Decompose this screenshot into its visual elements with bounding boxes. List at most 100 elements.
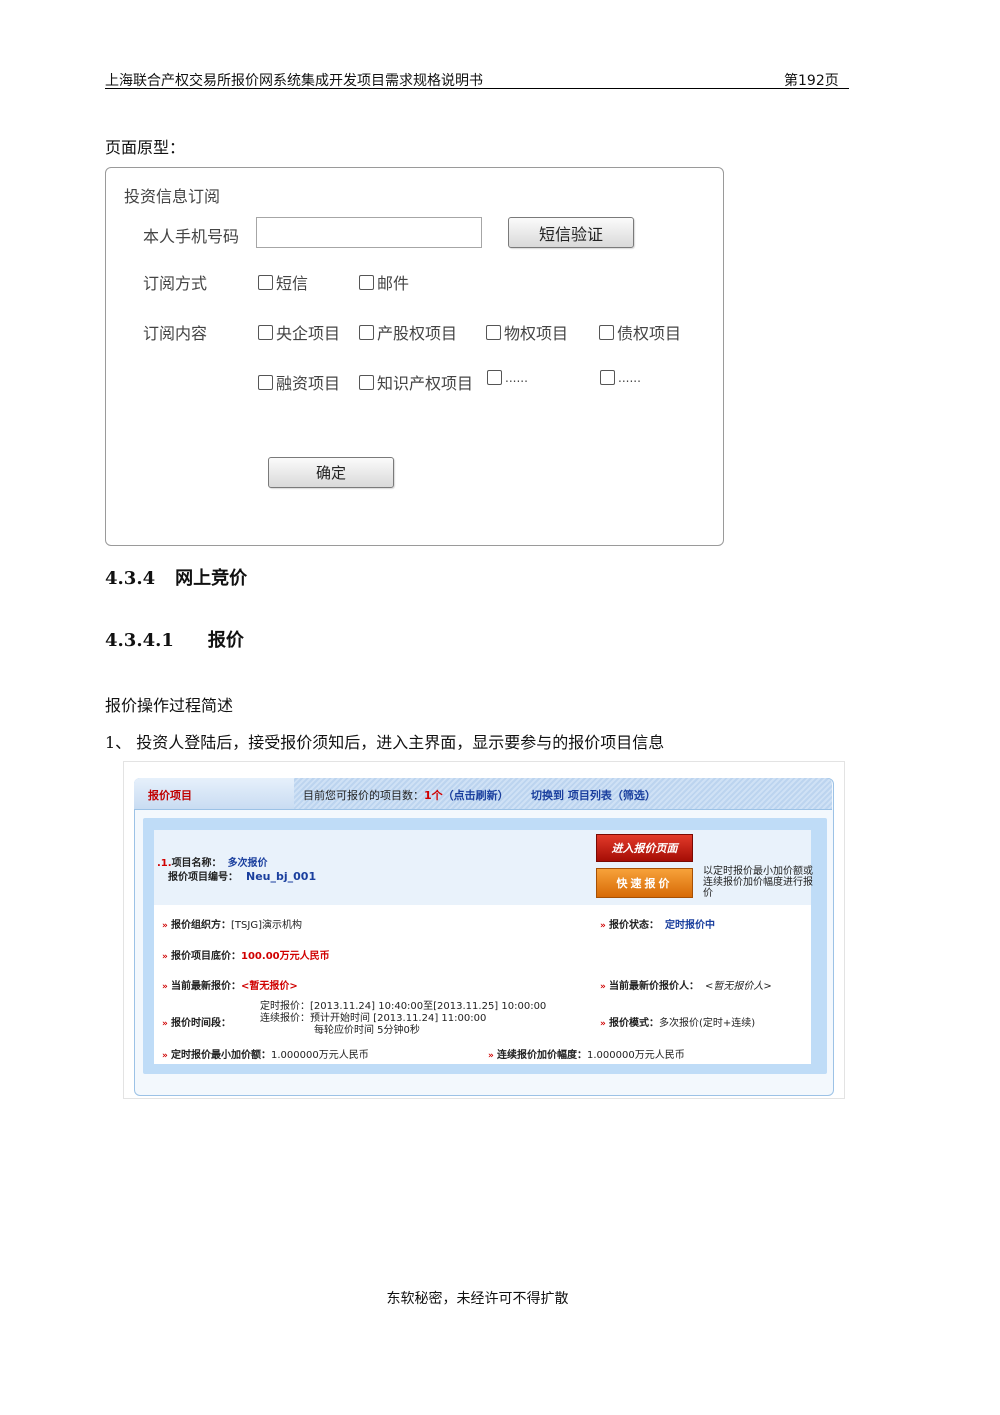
status-row: » 报价状态： 定时报价中	[600, 916, 715, 931]
continuous-increment-row: » 连续报价加价幅度：1.000000万元人民币	[488, 1046, 685, 1061]
refresh-link[interactable]: （点击刷新）	[443, 789, 509, 802]
fast-quote-button[interactable]: 快速报价	[596, 868, 693, 898]
method-email-checkbox[interactable]: 邮件	[359, 270, 409, 294]
content-ip-checkbox[interactable]: 知识产权项目	[359, 370, 473, 394]
time-details: 定时报价：[2013.11.24] 10:40:00至[2013.11.25] …	[260, 1001, 546, 1037]
checkbox-label: 邮件	[377, 274, 410, 293]
bullet-arrow-icon: »	[488, 1051, 494, 1061]
subscribe-form-title: 投资信息订阅	[124, 187, 221, 206]
content-more-checkbox[interactable]: ......	[600, 370, 641, 385]
latest-person-row: » 当前最新价报价人： <暂无报价人>	[600, 977, 772, 992]
checkbox-label: 产股权项目	[377, 324, 458, 343]
latest-quote-label: 当前最新报价：	[171, 981, 242, 992]
latest-quote-value: <暂无报价>	[241, 981, 298, 992]
project-name-row: .1.项目名称： 多次报价	[157, 854, 268, 869]
phone-input[interactable]	[256, 217, 482, 248]
status-label: 报价状态：	[609, 920, 660, 931]
time-row: » 报价时间段：	[162, 1014, 231, 1029]
project-code-value: Neu_bj_001	[246, 870, 317, 883]
bullet-arrow-icon: »	[162, 921, 168, 931]
content-property-checkbox[interactable]: 物权项目	[486, 320, 568, 344]
enter-quote-page-button[interactable]: 进入报价页面	[596, 834, 693, 862]
intro-paragraph: 报价操作过程简述	[105, 696, 234, 715]
bullet-arrow-icon: »	[162, 982, 168, 992]
document-header-title: 上海联合产权交易所报价网系统集成开发项目需求规格说明书	[105, 73, 483, 89]
min-increment-value: 1.000000万元人民币	[271, 1050, 369, 1061]
content-financing-checkbox[interactable]: 融资项目	[258, 370, 340, 394]
bullet-arrow-icon: »	[600, 921, 606, 931]
mode-value: 多次报价(定时+连续)	[659, 1018, 756, 1029]
checkbox-box[interactable]	[487, 370, 502, 385]
checkbox-label: ......	[505, 370, 528, 385]
org-label: 报价组织方：	[171, 920, 232, 931]
checkbox-box[interactable]	[486, 324, 501, 340]
checkbox-box[interactable]	[258, 274, 273, 290]
bullet-arrow-icon: »	[162, 1051, 168, 1061]
latest-person-label: 当前最新价报价人：	[609, 981, 700, 992]
sms-verify-button[interactable]: 短信验证	[508, 217, 634, 248]
bullet-arrow-icon: »	[162, 952, 168, 962]
quote-panel-title: 报价项目	[148, 789, 192, 802]
section-title: 报价	[207, 630, 244, 651]
project-count: 目前您可报价的项目数：1个（点击刷新）	[303, 787, 509, 803]
content-equity-checkbox[interactable]: 产股权项目	[359, 320, 457, 344]
header-rule	[105, 88, 849, 89]
section-number: 4.3.4.1	[105, 630, 174, 651]
phone-label: 本人手机号码	[143, 227, 240, 246]
prototype-label: 页面原型：	[105, 138, 186, 157]
checkbox-box[interactable]	[258, 324, 273, 340]
org-value: [TSJG]演示机构	[231, 920, 302, 931]
min-increment-row: » 定时报价最小加价额：1.000000万元人民币	[162, 1046, 369, 1061]
code-label: 报价项目编号：	[168, 872, 238, 883]
latest-quote-row: » 当前最新报价：<暂无报价>	[162, 977, 298, 992]
continuous-increment-value: 1.000000万元人民币	[587, 1050, 685, 1061]
base-price-row: » 报价项目底价：100.00万元人民币	[162, 947, 330, 962]
content-soe-checkbox[interactable]: 央企项目	[258, 320, 340, 344]
status-value: 定时报价中	[665, 920, 716, 931]
content-more-checkbox[interactable]: ......	[487, 370, 528, 385]
mode-row: » 报价模式：多次报价(定时+连续)	[600, 1014, 755, 1029]
base-price-value: 100.00万元人民币	[241, 951, 330, 962]
checkbox-label: ......	[618, 370, 641, 385]
count-value: 1个	[424, 789, 443, 802]
section-heading-4-3-4: 4.3.4 网上竞价	[105, 564, 247, 590]
document-footer: 东软秘密，未经许可不得扩散	[386, 1291, 569, 1307]
org-row: » 报价组织方：[TSJG]演示机构	[162, 916, 302, 931]
latest-person-value: <暂无报价人>	[705, 981, 772, 992]
time-line-fixed: 定时报价：[2013.11.24] 10:40:00至[2013.11.25] …	[260, 1001, 547, 1012]
checkbox-box[interactable]	[599, 324, 614, 340]
checkbox-box[interactable]	[258, 374, 273, 390]
project-code-row: 报价项目编号： Neu_bj_001	[168, 868, 316, 883]
checkbox-box[interactable]	[600, 370, 615, 385]
fast-quote-hint: 以定时报价最小加价额或连续报价加价幅度进行报价	[703, 866, 813, 899]
mode-label: 报价模式：	[609, 1018, 660, 1029]
checkbox-label: 短信	[276, 274, 309, 293]
method-sms-checkbox[interactable]: 短信	[258, 270, 308, 294]
section-heading-4-3-4-1: 4.3.4.1 报价	[105, 626, 244, 652]
min-increment-label: 定时报价最小加价额：	[171, 1050, 272, 1061]
time-line-continuous: 连续报价：预计开始时间 [2013.11.24] 11:00:00	[260, 1013, 487, 1024]
checkbox-label: 债权项目	[617, 324, 682, 343]
base-price-label: 报价项目底价：	[171, 951, 242, 962]
checkbox-label: 知识产权项目	[377, 374, 474, 393]
checkbox-label: 物权项目	[504, 324, 569, 343]
content-debt-checkbox[interactable]: 债权项目	[599, 320, 681, 344]
count-prefix: 目前您可报价的项目数：	[303, 789, 424, 802]
confirm-button[interactable]: 确定	[268, 457, 394, 488]
checkbox-box[interactable]	[359, 374, 374, 390]
checkbox-box[interactable]	[359, 274, 374, 290]
time-label: 报价时间段：	[171, 1018, 232, 1029]
bullet-arrow-icon: »	[162, 1019, 168, 1029]
content-label: 订阅内容	[143, 324, 208, 343]
checkbox-label: 融资项目	[276, 374, 341, 393]
step-1-paragraph: 1、 投资人登陆后，接受报价须知后，进入主界面，显示要参与的报价项目信息	[105, 733, 665, 752]
checkbox-box[interactable]	[359, 324, 374, 340]
bullet-arrow-icon: »	[600, 1019, 606, 1029]
document-page-number: 第192页	[784, 73, 839, 89]
section-number: 4.3.4	[105, 568, 156, 589]
time-line-round: 每轮应价时间 5分钟0秒	[314, 1025, 420, 1036]
continuous-increment-label: 连续报价加价幅度：	[497, 1050, 588, 1061]
section-title: 网上竞价	[175, 568, 248, 589]
checkbox-label: 央企项目	[276, 324, 341, 343]
switch-to-list-link[interactable]: 切换到 项目列表（筛选）	[531, 787, 656, 803]
